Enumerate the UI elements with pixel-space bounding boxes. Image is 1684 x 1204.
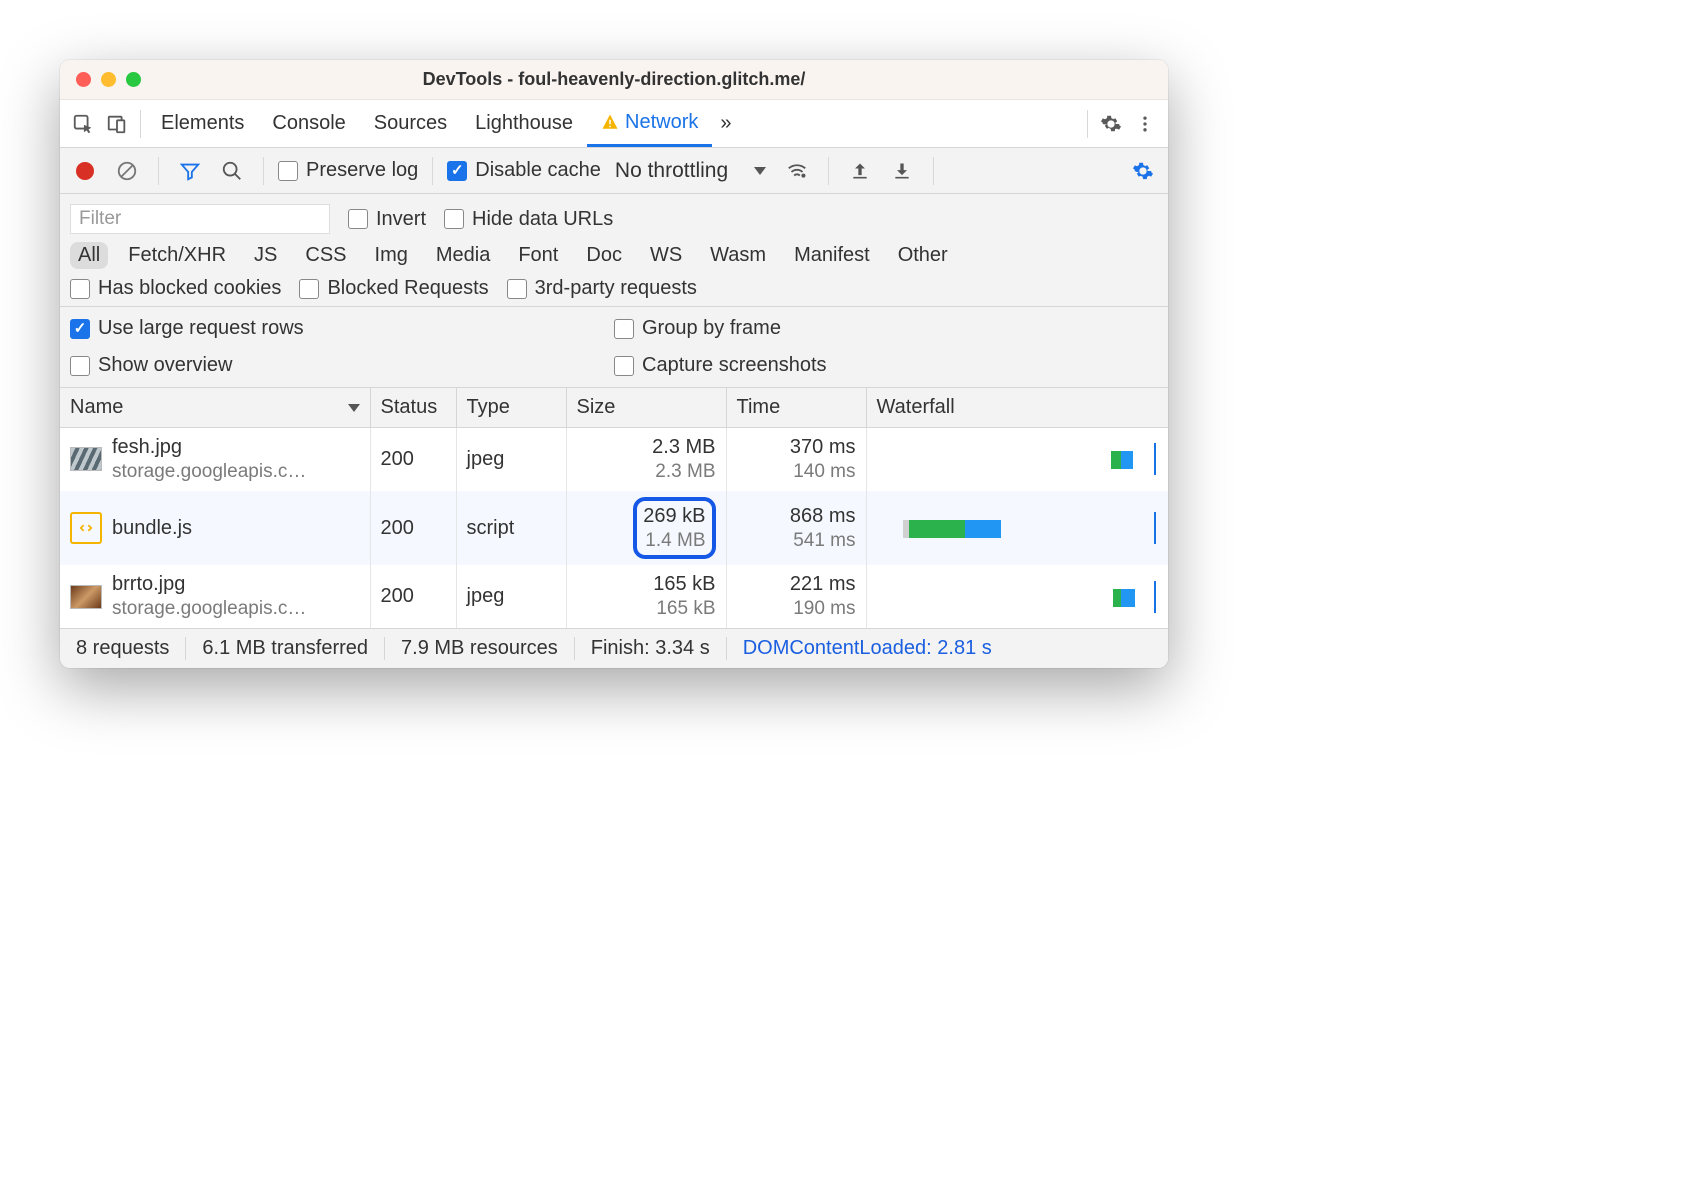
warning-icon — [601, 113, 619, 131]
network-settings-icon[interactable] — [1126, 154, 1160, 188]
panel-tabs: Elements Console Sources Lighthouse Netw… — [60, 100, 1168, 148]
search-icon[interactable] — [215, 154, 249, 188]
more-tabs-button[interactable]: » — [712, 100, 739, 147]
device-toolbar-icon[interactable] — [100, 107, 134, 141]
type-chip-img[interactable]: Img — [367, 242, 416, 269]
window-title: DevTools - foul-heavenly-direction.glitc… — [60, 69, 1168, 90]
upload-har-icon[interactable] — [843, 154, 877, 188]
type-chip-js[interactable]: JS — [246, 242, 285, 269]
type-chip-manifest[interactable]: Manifest — [786, 242, 878, 269]
inspect-element-icon[interactable] — [66, 107, 100, 141]
col-size[interactable]: Size — [566, 388, 726, 428]
table-row[interactable]: bundle.js 200 script 269 kB1.4 MB 868 ms… — [60, 491, 1168, 566]
record-button[interactable] — [68, 154, 102, 188]
tab-console[interactable]: Console — [258, 100, 359, 147]
col-name[interactable]: Name — [60, 388, 370, 428]
tab-elements[interactable]: Elements — [147, 100, 258, 147]
hide-data-urls-checkbox[interactable]: Hide data URLs — [444, 208, 613, 231]
kebab-menu-icon[interactable] — [1128, 107, 1162, 141]
status-dcl: DOMContentLoaded: 2.81 s — [727, 637, 1008, 660]
filter-input[interactable]: Filter — [70, 204, 330, 234]
titlebar: DevTools - foul-heavenly-direction.glitc… — [60, 60, 1168, 100]
status-finish: Finish: 3.34 s — [575, 637, 727, 660]
type-chip-doc[interactable]: Doc — [578, 242, 630, 269]
status-transferred: 6.1 MB transferred — [186, 637, 385, 660]
devtools-window: DevTools - foul-heavenly-direction.glitc… — [60, 60, 1168, 668]
throttling-select[interactable]: No throttling — [609, 159, 772, 183]
tab-sources[interactable]: Sources — [360, 100, 461, 147]
group-by-frame-checkbox[interactable]: Group by frame — [614, 317, 1158, 340]
col-time[interactable]: Time — [726, 388, 866, 428]
network-options: Use large request rows Group by frame Sh… — [60, 307, 1168, 388]
disable-cache-checkbox[interactable]: Disable cache — [447, 159, 601, 182]
network-toolbar: Preserve log Disable cache No throttling — [60, 148, 1168, 194]
type-chip-media[interactable]: Media — [428, 242, 498, 269]
table-row[interactable]: fesh.jpgstorage.googleapis.c… 200 jpeg 2… — [60, 428, 1168, 491]
col-waterfall[interactable]: Waterfall — [866, 388, 1168, 428]
tab-lighthouse[interactable]: Lighthouse — [461, 100, 587, 147]
sort-desc-icon — [348, 404, 360, 412]
show-overview-checkbox[interactable]: Show overview — [70, 354, 614, 377]
filter-icon[interactable] — [173, 154, 207, 188]
capture-screenshots-checkbox[interactable]: Capture screenshots — [614, 354, 1158, 377]
download-har-icon[interactable] — [885, 154, 919, 188]
type-chip-css[interactable]: CSS — [297, 242, 354, 269]
chevron-down-icon — [754, 167, 766, 175]
type-chip-ws[interactable]: WS — [642, 242, 690, 269]
requests-table: Name Status Type Size Time Waterfall fes… — [60, 388, 1168, 628]
type-chip-fetchxhr[interactable]: Fetch/XHR — [120, 242, 234, 269]
invert-checkbox[interactable]: Invert — [348, 208, 426, 231]
third-party-checkbox[interactable]: 3rd-party requests — [507, 277, 697, 300]
status-resources: 7.9 MB resources — [385, 637, 575, 660]
blocked-requests-checkbox[interactable]: Blocked Requests — [299, 277, 488, 300]
status-bar: 8 requests 6.1 MB transferred 7.9 MB res… — [60, 628, 1168, 668]
type-chip-font[interactable]: Font — [510, 242, 566, 269]
type-chip-wasm[interactable]: Wasm — [702, 242, 774, 269]
tab-network[interactable]: Network — [587, 100, 712, 147]
col-status[interactable]: Status — [370, 388, 456, 428]
filter-bar: Filter Invert Hide data URLs All Fetch/XH… — [60, 194, 1168, 307]
col-type[interactable]: Type — [456, 388, 566, 428]
type-chip-other[interactable]: Other — [890, 242, 956, 269]
network-conditions-icon[interactable] — [780, 154, 814, 188]
resource-type-filter: All Fetch/XHR JS CSS Img Media Font Doc WS Wasm Ma… — [70, 238, 1158, 273]
has-blocked-cookies-checkbox[interactable]: Has blocked cookies — [70, 277, 281, 300]
clear-button[interactable] — [110, 154, 144, 188]
status-requests: 8 requests — [60, 637, 186, 660]
large-rows-checkbox[interactable]: Use large request rows — [70, 317, 614, 340]
preserve-log-checkbox[interactable]: Preserve log — [278, 159, 418, 182]
table-row[interactable]: brrto.jpgstorage.googleapis.c… 200 jpeg … — [60, 565, 1168, 628]
type-chip-all[interactable]: All — [70, 242, 108, 269]
settings-icon[interactable] — [1094, 107, 1128, 141]
